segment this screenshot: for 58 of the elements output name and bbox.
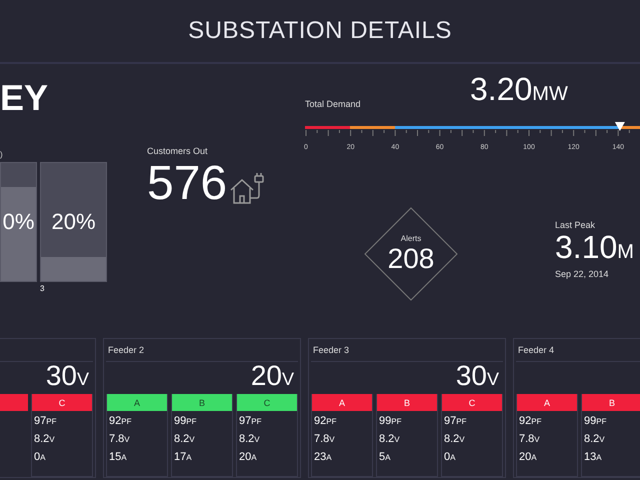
phase-status-bar: B [377, 394, 437, 411]
phase-reading: 99PF [583, 414, 608, 429]
phase-reading: 5A [378, 450, 392, 465]
phase-reading: 23A [313, 450, 333, 465]
phase-reading: 8.2V [173, 432, 196, 447]
phase-status-bar: B [172, 394, 232, 411]
phase-status-bar: A [312, 394, 372, 411]
alerts-label: Alerts [400, 234, 422, 242]
phase-reading: 13A [583, 450, 603, 465]
phase-reading: 97PF [33, 414, 58, 429]
phase-reading: 92PF [108, 414, 132, 429]
last-peak-value: 3.10M [555, 230, 634, 267]
phase-status-bar: A [517, 394, 577, 411]
customers-out-label: Customers Out [147, 146, 209, 156]
bar-chart-caption: ) [0, 150, 4, 161]
phase-reading: 15A [108, 450, 128, 465]
total-demand-label: Total Demand [305, 99, 362, 109]
feeder-voltage: 20V [250, 361, 294, 393]
phase-reading: 20A [238, 450, 258, 465]
phase-status-bar: A [107, 394, 167, 411]
phase-reading: 92PF [313, 414, 338, 429]
phase-reading: 8.2V [443, 432, 466, 447]
customers-out-value: 576 [147, 156, 228, 212]
total-demand-value: 3.20MW [470, 70, 568, 109]
phase-reading: 20A [518, 450, 538, 465]
phase-reading: 7.8V [313, 432, 336, 447]
phase-reading: 99PF [173, 414, 198, 429]
substation-name: EY [0, 78, 50, 118]
phase-reading: 8.2V [238, 432, 261, 447]
alerts-value: 208 [388, 242, 434, 274]
phase-reading: 0A [33, 450, 46, 465]
bar-label: 3 [40, 284, 46, 293]
phase-reading: 0A [443, 450, 456, 465]
last-peak-label: Last Peak [555, 220, 596, 230]
phase-reading: 8.2V [583, 432, 606, 447]
phase-status-bar: C [32, 394, 92, 411]
phase-reading: 99PF [378, 414, 402, 429]
feeder-voltage: 30V [456, 361, 499, 393]
phase-reading: 17A [173, 450, 193, 465]
feeder-title: Feeder 2 [108, 345, 144, 355]
phase-status-bar: C [442, 394, 502, 411]
phase-reading: 97PF [443, 414, 468, 429]
phase-reading: 92PF [518, 414, 542, 429]
last-peak-date: Sep 22, 2014 [555, 269, 610, 279]
phase-reading: 97PF [238, 414, 262, 429]
house-plug-icon [229, 170, 266, 206]
phase-reading: 7.8V [108, 432, 131, 447]
phase-reading: 8.2V [378, 432, 401, 447]
feeder-title: Feeder 4 [518, 345, 554, 355]
bar-value: 0% [2, 209, 34, 235]
feeder-voltage: 30V [46, 361, 89, 393]
feeder-title: Feeder 3 [313, 345, 350, 355]
phase-reading: 8.2V [33, 432, 56, 447]
phase-reading: 7.8V [518, 432, 541, 447]
phase-status-bar: B [582, 394, 640, 411]
phase-status-bar: C [237, 394, 297, 411]
bar-value: 20% [51, 209, 96, 235]
page-title: SUBSTATION DETAILS [188, 17, 452, 45]
